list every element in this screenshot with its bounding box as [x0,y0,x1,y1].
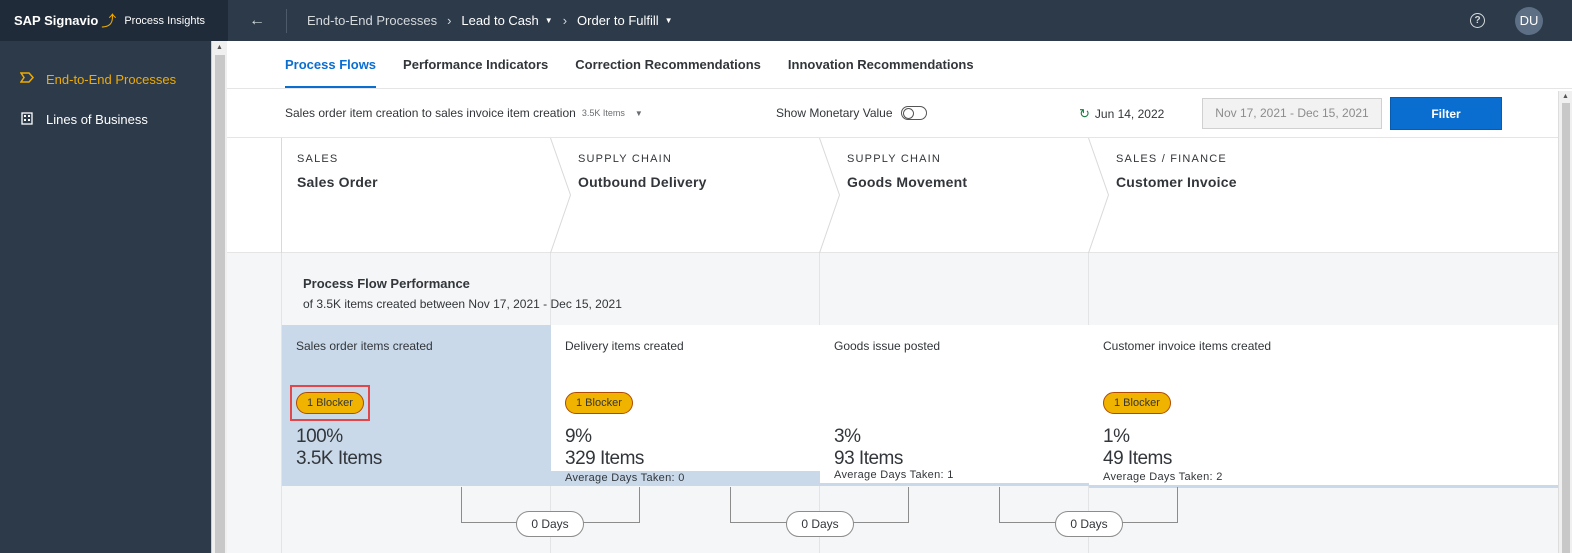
stage-category: SUPPLY CHAIN [847,153,942,165]
scrollbar-thumb[interactable] [215,55,225,553]
caret-down-icon[interactable]: ▼ [545,16,553,25]
stage-goods-movement: SUPPLY CHAIN Goods Movement [847,138,967,190]
main-scrollbar[interactable]: ▲ [1558,91,1572,553]
divider [286,8,287,33]
sidebar-item-label: Lines of Business [46,111,148,127]
scroll-up-icon[interactable]: ▲ [1559,93,1572,100]
step-card-delivery-items[interactable]: Delivery items created 1 Blocker 9% 329 … [551,325,820,486]
step-percent: 1% [1103,426,1130,447]
brand-app-name: Process Insights [124,14,206,27]
help-icon[interactable]: ? [1470,13,1485,28]
step-item-count: 93 Items [834,448,903,469]
performance-title: Process Flow Performance [303,276,470,291]
side-navigation: End-to-End Processes Lines of Business [0,41,211,553]
brand-name: SAP Signavio [14,13,99,28]
stage-name: Sales Order [297,174,378,190]
stage-name: Customer Invoice [1116,174,1237,190]
transition-days[interactable]: 0 Days [1055,511,1123,537]
caret-down-icon[interactable]: ▼ [635,109,643,118]
tab-process-flows[interactable]: Process Flows [285,57,377,88]
performance-header: Process Flow Performance of 3.5K items c… [303,276,622,311]
shell-bar: SAP Signavio ⤴ Process Insights ← End-to… [0,0,1572,41]
filter-button[interactable]: Filter [1390,97,1502,130]
avatar[interactable]: DU [1515,6,1543,35]
blocker-badge[interactable]: 1 Blocker [1103,392,1171,414]
tab-correction-recommendations[interactable]: Correction Recommendations [575,57,761,88]
step-card-sales-order-items[interactable]: Sales order items created 1 Blocker 100%… [282,325,551,486]
blocker-badge[interactable]: 1 Blocker [565,392,633,414]
building-icon [20,111,36,128]
sidebar-item-lines-of-business[interactable]: Lines of Business [0,99,211,139]
date-range-input[interactable]: Nov 17, 2021 - Dec 15, 2021 [1202,98,1382,129]
step-item-count: 329 Items [565,448,644,469]
tab-performance-indicators[interactable]: Performance Indicators [403,57,548,88]
stage-category: SALES / FINANCE [1116,153,1227,165]
tab-innovation-recommendations[interactable]: Innovation Recommendations [788,57,974,88]
monetary-toggle-group: Show Monetary Value [776,106,927,120]
step-percent: 100% [296,426,343,447]
process-flow-select[interactable]: Sales order item creation to sales invoi… [285,106,576,120]
arrow-left-icon[interactable]: ← [228,12,286,30]
step-card-customer-invoice[interactable]: Customer invoice items created 1 Blocker… [1089,325,1358,485]
average-days: Average Days Taken: 0 [565,472,685,484]
stage-category: SUPPLY CHAIN [578,153,673,165]
average-days: Average Days Taken: 2 [1103,471,1223,483]
step-percent: 3% [834,426,861,447]
last-refresh: ↻ Jun 14, 2022 [1079,106,1164,122]
flow-item-count: 3.5K Items [581,108,625,118]
filter-bar: Sales order item creation to sales invoi… [227,89,1572,138]
monetary-value-switch[interactable] [900,106,927,120]
performance-subtitle: of 3.5K items created between Nov 17, 20… [303,297,622,311]
blocker-badge[interactable]: 1 Blocker [296,392,364,414]
scroll-up-icon[interactable]: ▲ [212,44,227,51]
monetary-label: Show Monetary Value [776,106,893,120]
refresh-date: Jun 14, 2022 [1094,107,1165,121]
refresh-check-icon: ↻ [1079,106,1090,121]
step-item-count: 3.5K Items [296,448,382,469]
scrollbar-thumb[interactable] [1562,103,1570,553]
step-label: Delivery items created [565,339,684,353]
stage-name: Outbound Delivery [578,174,707,190]
process-stages: SALES Sales Order SUPPLY CHAIN Outbound … [227,138,1558,253]
breadcrumb-item-end-to-end[interactable]: End-to-End Processes [307,13,437,28]
breadcrumb-item-order-to-fulfill[interactable]: Order to Fulfill [577,13,659,28]
chevron-right-icon: › [562,13,568,28]
chevron-right-icon: › [447,13,452,28]
sidebar-item-end-to-end-processes[interactable]: End-to-End Processes [0,59,211,99]
step-card-goods-issue[interactable]: Goods issue posted 3% 93 Items Average D… [820,325,1089,483]
stage-customer-invoice: SALES / FINANCE Customer Invoice [1116,138,1237,190]
step-label: Customer invoice items created [1103,339,1272,353]
empty-card [1358,325,1558,485]
process-flow-performance: Process Flow Performance of 3.5K items c… [227,253,1558,553]
step-item-count: 49 Items [1103,448,1172,469]
step-percent: 9% [565,426,592,447]
stage-sales-order: SALES Sales Order [297,138,378,190]
stage-name: Goods Movement [847,174,968,190]
transition-days[interactable]: 0 Days [516,511,584,537]
breadcrumb: End-to-End Processes › Lead to Cash ▼ › … [307,13,673,28]
process-chevron-icon [19,72,36,86]
main-content: Process Flows Performance Indicators Cor… [227,41,1572,553]
stage-outbound-delivery: SUPPLY CHAIN Outbound Delivery [578,138,707,190]
share-bar [820,483,1089,486]
transition-days[interactable]: 0 Days [786,511,854,537]
step-label: Sales order items created [296,339,433,353]
step-label: Goods issue posted [834,339,941,353]
sidebar-item-label: End-to-End Processes [46,71,177,87]
tab-bar: Process Flows Performance Indicators Cor… [227,41,1572,89]
brand-logo[interactable]: SAP Signavio ⤴ Process Insights [0,0,228,41]
caret-down-icon[interactable]: ▼ [665,16,673,25]
sidebar-scrollbar[interactable]: ▲ [211,41,227,553]
breadcrumb-item-lead-to-cash[interactable]: Lead to Cash [461,13,538,28]
stage-category: SALES [297,153,339,165]
average-days: Average Days Taken: 1 [834,469,954,481]
signavio-mark-icon: ⤴ [101,13,117,30]
